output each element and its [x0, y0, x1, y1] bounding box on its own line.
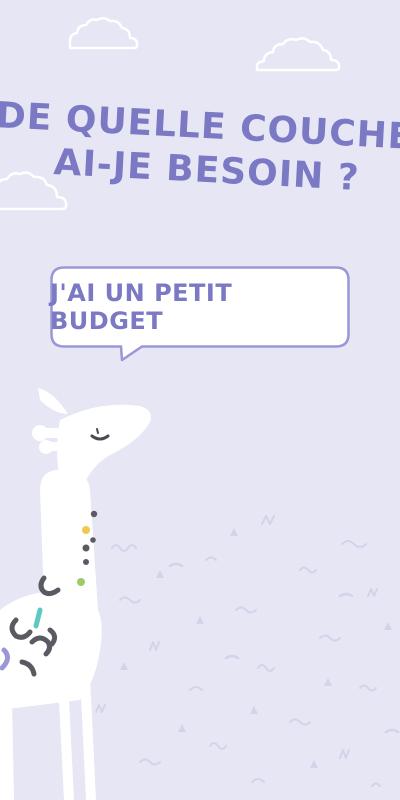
page-title: DE QUELLE COUCHE AI-JE BESOIN ? [0, 95, 400, 199]
budget-option-button[interactable]: J'AI UN PETIT BUDGET [50, 266, 350, 362]
giraffe-illustration [0, 388, 151, 800]
background-scene: DE QUELLE COUCHE AI-JE BESOIN ? J'AI UN … [0, 0, 400, 800]
budget-option-label[interactable]: J'AI UN PETIT BUDGET [50, 266, 350, 348]
